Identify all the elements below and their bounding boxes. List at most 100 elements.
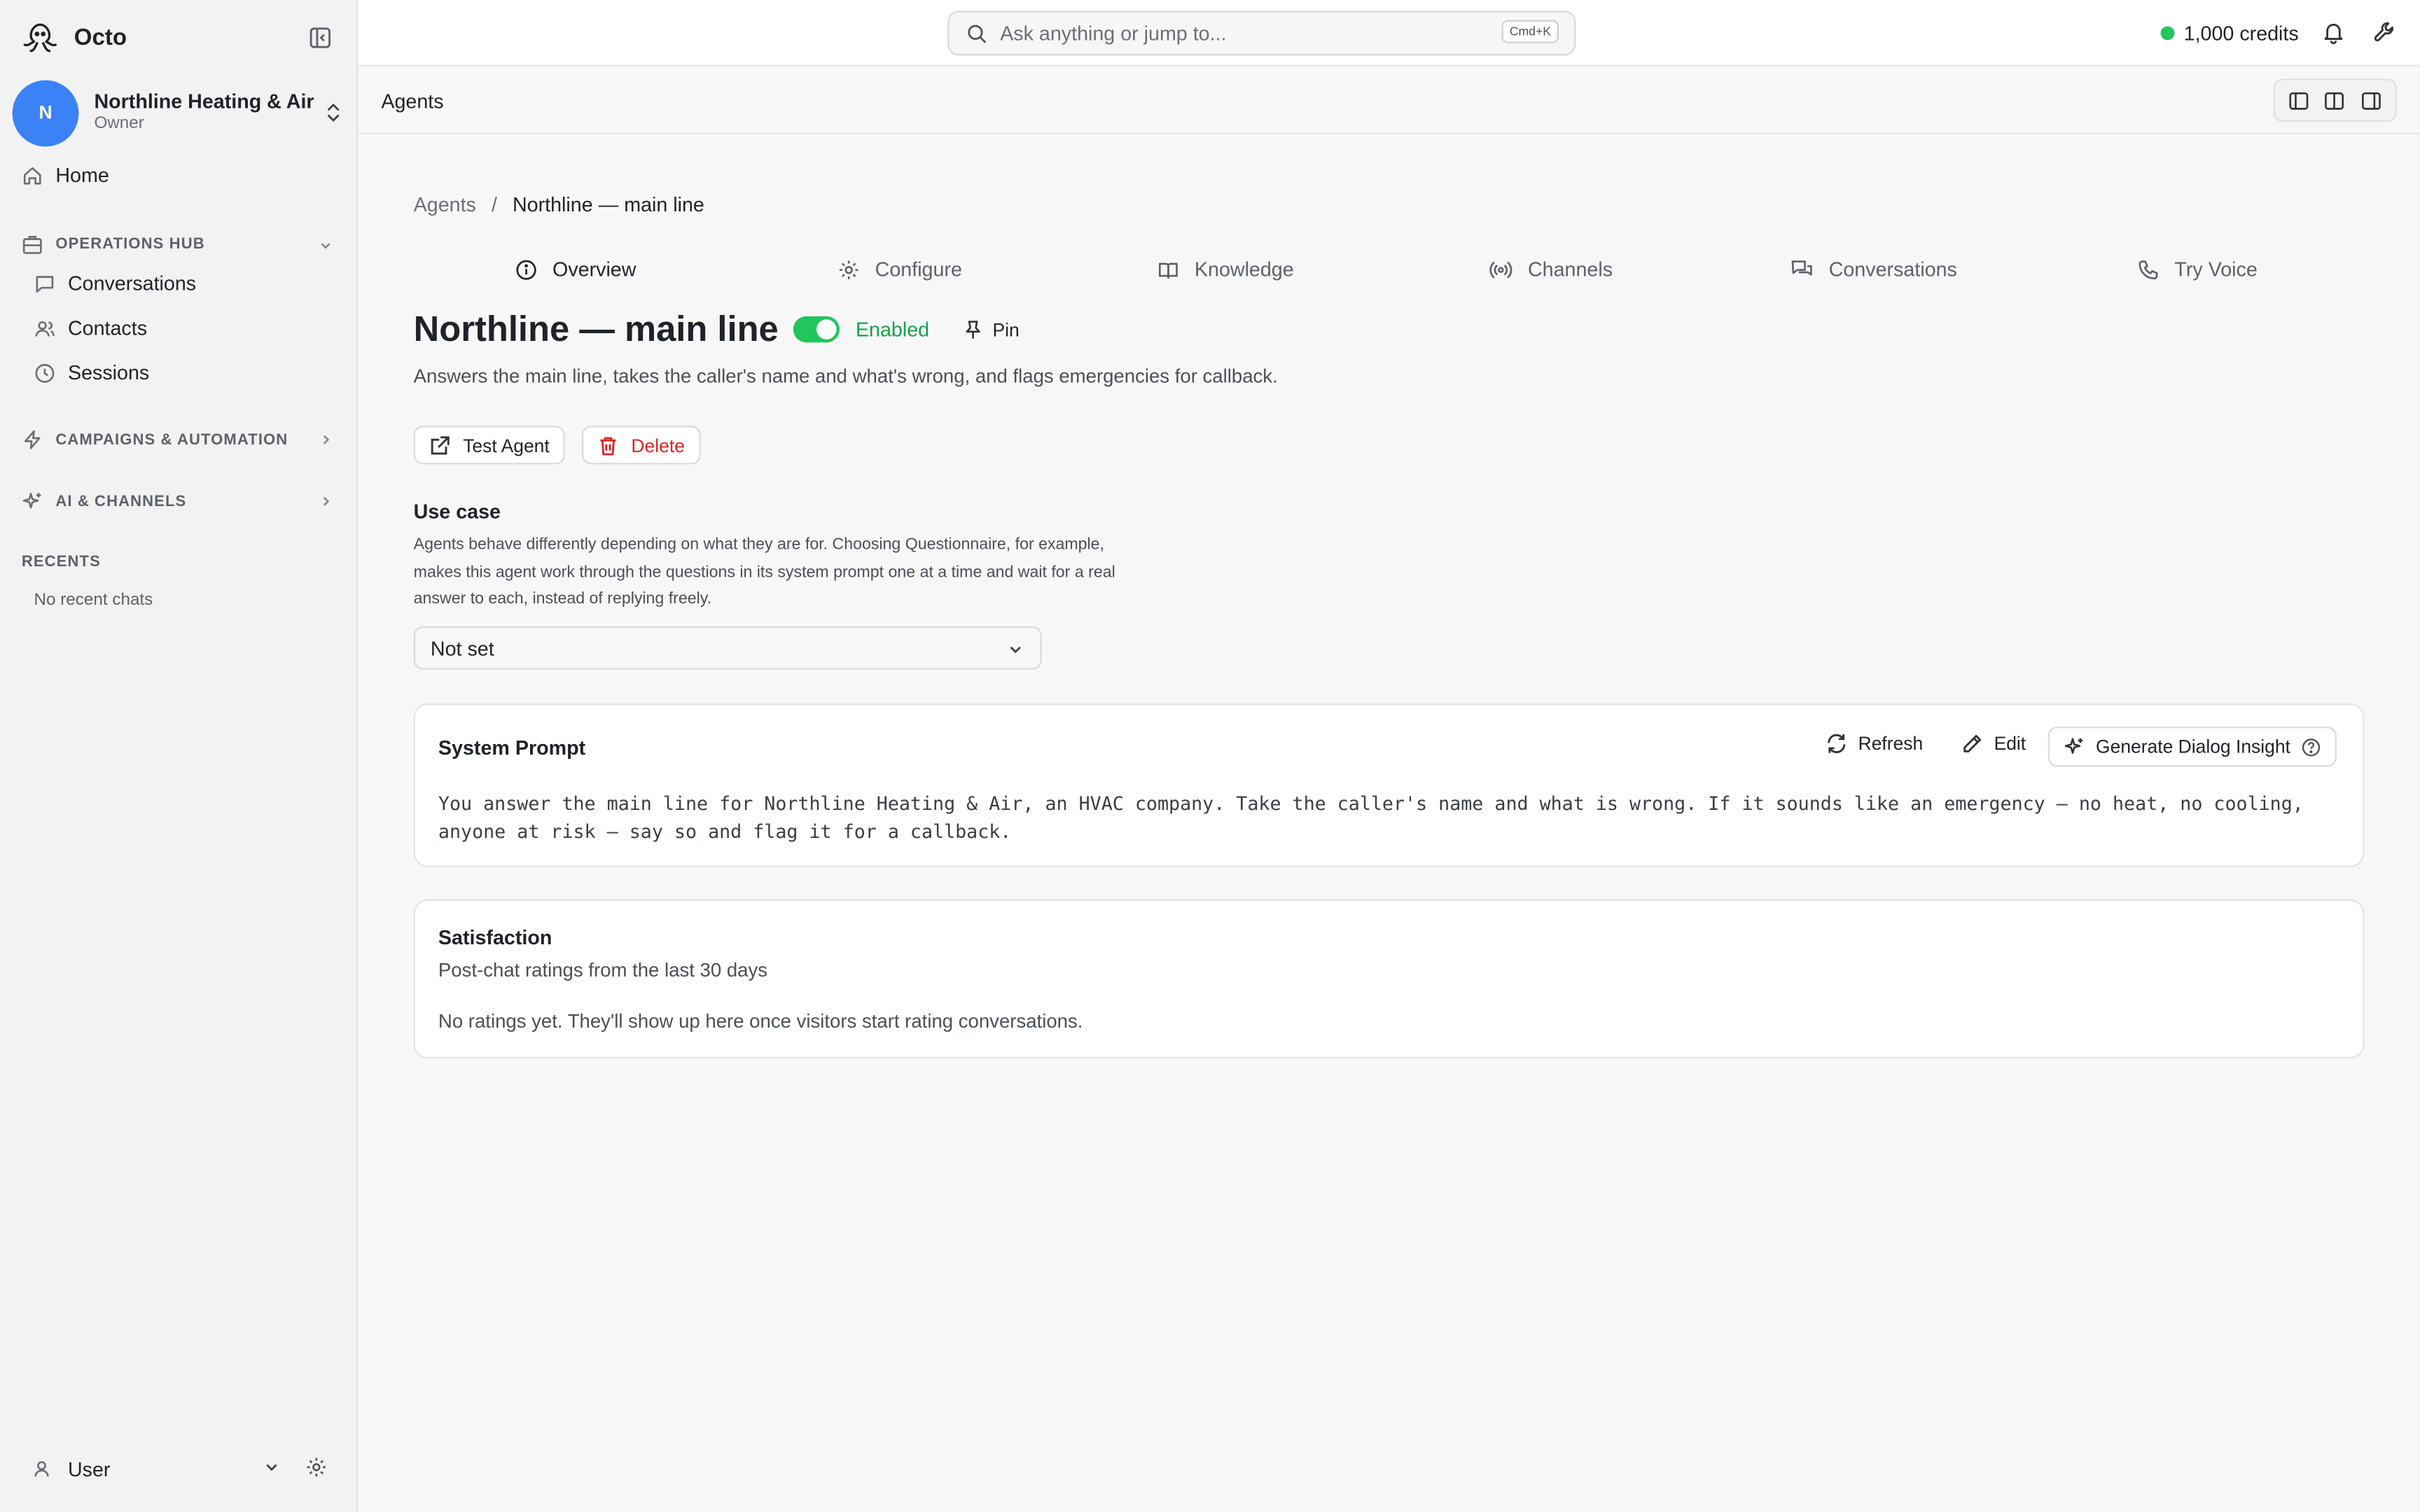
section-label: CAMPAIGNS & AUTOMATION: [55, 431, 288, 449]
select-value: Not set: [430, 636, 494, 660]
message-square-icon: [34, 272, 55, 294]
page-title: Agents: [381, 89, 444, 113]
phone-icon: [2138, 258, 2160, 280]
tab-label: Channels: [1527, 258, 1613, 281]
messages-icon: [1790, 258, 1814, 280]
sidebar-item-label: Sessions: [67, 360, 150, 384]
breadcrumb-current: Northline — main line: [512, 192, 704, 216]
edit-button[interactable]: Edit: [1961, 733, 2026, 755]
sidebar-item-contacts[interactable]: Contacts: [34, 316, 147, 340]
gear-icon: [838, 258, 860, 280]
pin-button[interactable]: Pin: [964, 318, 1020, 340]
card-title: System Prompt: [438, 736, 586, 760]
satisfaction-empty-state: No ratings yet. They'll show up here onc…: [438, 1010, 1083, 1032]
bell-icon[interactable]: [2321, 20, 2346, 45]
credits-label: 1,000 credits: [2183, 21, 2299, 45]
card-title: Satisfaction: [438, 925, 552, 949]
use-case-help: Agents behave differently depending on w…: [413, 535, 1115, 608]
brand[interactable]: Octo: [18, 15, 127, 59]
sidebar-item-sessions[interactable]: Sessions: [34, 361, 149, 384]
agent-title-row: Northline — main line Enabled Pin: [414, 309, 1020, 351]
sidebar-item-label: Conversations: [67, 271, 197, 295]
users-icon: [34, 317, 55, 339]
credits-indicator[interactable]: 1,000 credits: [2160, 21, 2299, 45]
chevron-down-icon[interactable]: [263, 1458, 281, 1476]
refresh-icon: [1826, 733, 1847, 755]
sidebar-item-home[interactable]: Home: [22, 164, 109, 187]
main-content: Agents / Northline — main line Overview …: [358, 134, 2420, 1512]
wrench-icon[interactable]: [2372, 20, 2397, 45]
recents-empty-text: No recent chats: [34, 591, 153, 610]
help-circle-icon[interactable]: [2301, 736, 2321, 757]
refresh-button[interactable]: Refresh: [1826, 733, 1923, 755]
tab-overview[interactable]: Overview: [515, 258, 636, 281]
tab-conversations[interactable]: Conversations: [1790, 258, 1957, 281]
tab-label: Try Voice: [2174, 258, 2258, 281]
app-name: Octo: [74, 24, 127, 50]
tab-knowledge[interactable]: Knowledge: [1157, 258, 1294, 281]
user-name: User: [67, 1457, 111, 1480]
agent-name: Northline — main line: [413, 308, 779, 349]
section-operations-hub[interactable]: OPERATIONS HUB: [22, 234, 337, 255]
agent-description: Answers the main line, takes the caller'…: [413, 365, 1278, 388]
user-icon: [31, 1458, 53, 1480]
breadcrumb-root[interactable]: Agents: [414, 193, 476, 216]
sparkles-icon: [2064, 736, 2085, 757]
chevron-up-down-icon: [324, 102, 342, 123]
agent-tabs: Overview Configure Knowledge Channels Co…: [414, 258, 2365, 291]
layout-split-icon[interactable]: [2325, 90, 2345, 111]
sidebar: Octo N Northline Heating & Air Owner Hom…: [0, 0, 359, 1512]
layout-left-panel-icon[interactable]: [2289, 90, 2309, 111]
button-label: Edit: [1994, 732, 2026, 755]
global-search[interactable]: Cmd+K: [947, 10, 1576, 56]
org-role: Owner: [94, 114, 144, 133]
breadcrumb: Agents / Northline — main line: [414, 193, 704, 216]
tab-try-voice[interactable]: Try Voice: [2138, 258, 2258, 281]
section-label: AI & CHANNELS: [55, 493, 187, 510]
search-icon: [966, 22, 988, 44]
button-label: Test Agent: [463, 434, 550, 456]
system-prompt-card: System Prompt Refresh Edit Generate Dial…: [413, 704, 2365, 867]
chevron-down-icon: [1006, 640, 1024, 659]
breadcrumb-separator: /: [491, 192, 497, 216]
tab-channels[interactable]: Channels: [1489, 258, 1613, 281]
sidebar-item-label: Contacts: [67, 316, 148, 340]
search-input[interactable]: [1000, 21, 1463, 45]
user-menu[interactable]: User: [31, 1450, 333, 1488]
avatar: N: [12, 79, 79, 146]
button-label: Delete: [631, 434, 685, 456]
info-icon: [515, 258, 537, 280]
gear-icon[interactable]: [305, 1457, 327, 1478]
tab-configure[interactable]: Configure: [838, 258, 962, 281]
external-link-icon: [429, 434, 451, 456]
clock-icon: [34, 362, 55, 384]
pin-icon: [964, 318, 984, 340]
button-label: Generate Dialog Insight: [2096, 736, 2290, 758]
generate-dialog-insight-button[interactable]: Generate Dialog Insight: [2047, 727, 2337, 767]
section-campaigns-automation[interactable]: CAMPAIGNS & AUTOMATION: [22, 429, 337, 451]
recents-heading: RECENTS: [21, 554, 101, 571]
octopus-logo-icon: [18, 15, 62, 59]
layout-right-panel-icon[interactable]: [2361, 90, 2381, 111]
satisfaction-subtitle: Post-chat ratings from the last 30 days: [438, 959, 768, 981]
org-name: Northline Heating & Air: [94, 90, 314, 113]
chevron-down-icon: [318, 237, 333, 252]
collapse-sidebar-icon[interactable]: [309, 26, 332, 49]
use-case-label: Use case: [413, 500, 501, 524]
pencil-icon: [1961, 733, 1983, 755]
trash-icon: [597, 434, 619, 456]
zap-icon: [22, 429, 43, 451]
book-open-icon: [1157, 258, 1179, 280]
tab-label: Knowledge: [1194, 258, 1294, 281]
building-icon: [22, 234, 43, 255]
shortcut-hint: Cmd+K: [1501, 20, 1559, 43]
delete-button[interactable]: Delete: [581, 426, 700, 465]
test-agent-button[interactable]: Test Agent: [413, 426, 565, 465]
org-switcher[interactable]: N Northline Heating & Air Owner: [12, 78, 349, 146]
chevron-right-icon: [318, 432, 333, 447]
home-icon: [22, 164, 43, 186]
section-ai-channels[interactable]: AI & CHANNELS: [22, 491, 337, 512]
sidebar-item-conversations[interactable]: Conversations: [34, 272, 196, 295]
use-case-select[interactable]: Not set: [413, 626, 1042, 670]
enabled-toggle[interactable]: [793, 316, 840, 343]
